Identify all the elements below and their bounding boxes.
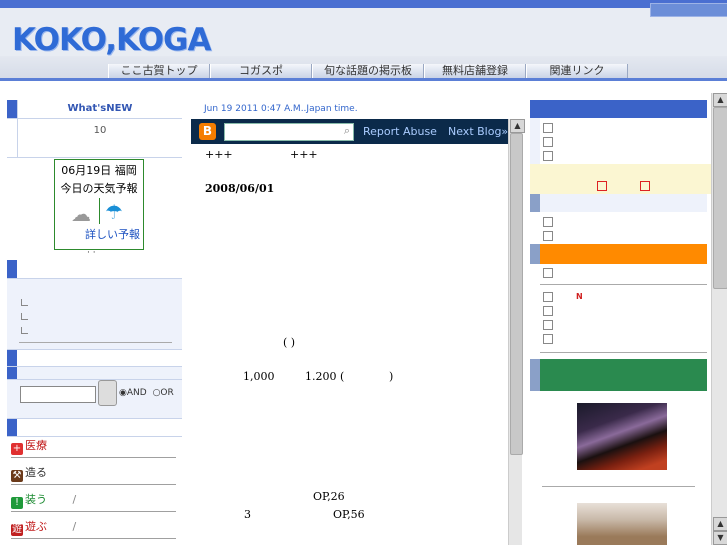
weather-icons: ☁ ☂ [55,196,143,226]
and-radio[interactable]: ◉ [119,388,127,398]
and-label: AND [126,388,147,398]
weather-dots: · · [87,248,96,258]
scroll-down-icon[interactable]: ▼ [713,531,727,545]
section-divider [7,260,182,279]
search-header [7,367,182,380]
post-price-c: ) [389,370,394,383]
checkbox-icon[interactable] [543,334,553,344]
search-button[interactable] [98,380,117,406]
plus-icon: + [11,443,23,455]
date-line: Jun 19 2011 0:47 A.M..Japan time. [204,104,358,114]
new-badge: N [576,292,583,301]
checkbox-icon[interactable] [543,137,553,147]
weather-date: 06月19日 福岡 [61,164,137,177]
site-logo[interactable]: KOKO,KOGA [12,22,211,58]
checkbox-icon[interactable] [543,231,553,241]
red-box-icon[interactable] [640,181,650,191]
nav-bar: ここ古賀トップ コガスポ 旬な話題の掲示板 無料店舗登録 関連リンク [108,64,628,78]
divider [99,198,100,224]
right-sidebar: N [530,100,717,545]
top-tab[interactable] [650,3,727,17]
bullet-icon [21,313,28,320]
section-divider [7,350,182,367]
weather-detail-link[interactable]: 詳しい予報 [55,226,143,242]
bullet-icon [21,299,28,306]
post-op56: OP,56 [333,508,365,521]
product-image-2[interactable] [577,503,667,545]
search-box: ◉AND ○OR [7,380,182,419]
scroll-thumb[interactable] [713,107,727,289]
blog-search-input[interactable]: ⌕ [224,123,354,141]
category-menu: + 医療 ⚒ 造る ! 装う / 遊遊ぶ / [7,437,182,545]
umbrella-icon: ☂ [105,200,123,224]
right-list-1 [530,118,717,164]
right-yellow-row [530,164,717,194]
news-list [7,279,182,350]
post-price-a: 1,000 [243,370,275,383]
checkbox-icon[interactable] [543,268,553,278]
checkbox-icon[interactable] [543,217,553,227]
scroll-up-icon[interactable]: ▲ [713,93,727,107]
post-marker-left: +++ [205,148,233,161]
bullet-icon [21,327,28,334]
menu-item-play[interactable]: 遊遊ぶ / [11,518,176,539]
whatsnew-title: What'sNEW [67,103,133,114]
right-header [530,100,707,118]
checkbox-icon[interactable] [543,320,553,330]
right-list-4: N [540,286,707,353]
report-abuse-link[interactable]: Report Abuse [363,125,437,138]
scroll-up-icon[interactable]: ▲ [713,517,727,531]
page-scrollbar[interactable]: ▲ ▲ ▼ [711,93,727,545]
play-icon: 遊 [11,524,23,536]
nav-item-links[interactable]: 関連リンク [526,64,628,78]
post-marker-right: +++ [290,148,318,161]
checkbox-icon[interactable] [543,123,553,133]
blogger-icon[interactable]: B [199,123,216,140]
scroll-up-icon[interactable]: ▲ [510,119,525,133]
nav-item-bbs[interactable]: 旬な話題の掲示板 [312,64,424,78]
right-orange-header [530,244,707,264]
checkbox-icon[interactable] [543,292,553,302]
post-price-b: 1.200 ( [305,370,345,383]
whatsnew-body: 10 [7,119,182,158]
checkbox-icon[interactable] [543,151,553,161]
row-marker [7,100,17,118]
shirt-icon: ! [11,497,23,509]
section-divider [7,419,182,437]
post-op26: OP,26 [313,490,345,503]
search-input[interactable] [20,386,96,403]
or-label: OR [160,388,174,398]
nav-underline [0,78,727,81]
checkbox-icon[interactable] [543,306,553,316]
right-green-header [530,359,707,391]
post-date: 2008/06/01 [205,182,275,195]
right-section-header [530,194,707,212]
menu-item-medical[interactable]: + 医療 [11,437,176,458]
right-list-3 [540,264,707,285]
nav-item-top[interactable]: ここ古賀トップ [108,64,210,78]
right-images [530,391,707,545]
whatsnew-count: 10 [17,119,182,157]
weather-title: 今日の天気予報 [60,182,138,195]
red-box-icon[interactable] [597,181,607,191]
product-image-1[interactable] [577,403,667,470]
menu-item-make[interactable]: ⚒ 造る [11,464,176,485]
whatsnew-header: What'sNEW [7,100,182,119]
nav-item-kogaspo[interactable]: コガスポ [210,64,312,78]
nav-item-register[interactable]: 無料店舗登録 [424,64,526,78]
next-blog-link[interactable]: Next Blog» [448,125,508,138]
menu-item-wear[interactable]: ! 装う / [11,491,176,512]
weather-widget[interactable]: 06月19日 福岡 今日の天気予報 ☁ ☂ 詳しい予報 [54,159,144,250]
top-bar [0,0,727,8]
post-three: 3 [244,508,251,521]
scroll-thumb[interactable] [510,133,523,455]
cloud-icon: ☁ [71,202,91,226]
right-list-2 [530,212,707,244]
hammer-icon: ⚒ [11,470,23,482]
center-scrollbar[interactable]: ▲ [508,119,525,545]
post-paren: ( ) [283,336,296,349]
left-sidebar: What'sNEW 10 06月19日 福岡 今日の天気予報 ☁ ☂ 詳しい予報… [7,100,182,545]
search-icon[interactable]: ⌕ [344,124,350,138]
